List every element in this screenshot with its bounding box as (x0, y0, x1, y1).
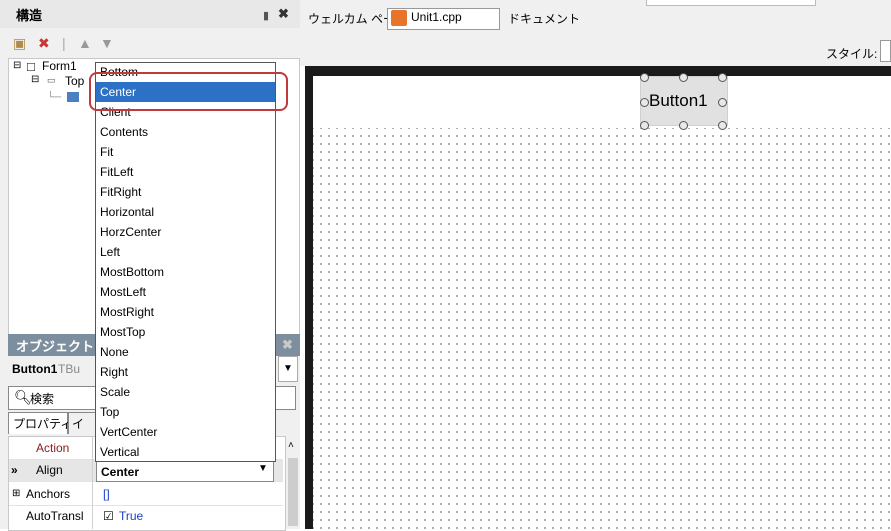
property-name: AutoTransl (26, 509, 84, 523)
structure-title: 構造 (16, 8, 43, 23)
property-value: True (119, 509, 144, 523)
resize-handle[interactable] (718, 98, 727, 107)
separator-icon: | (62, 35, 66, 51)
dropdown-option-fit[interactable]: Fit (100, 144, 113, 161)
tree-item-form1[interactable]: Form1 (42, 59, 77, 73)
dropdown-option-contents[interactable]: Contents (100, 124, 148, 141)
component-icon: ▭ (47, 75, 56, 85)
resize-handle[interactable] (718, 121, 727, 130)
resize-handle[interactable] (679, 121, 688, 130)
arrow-up-icon[interactable]: ▲ (78, 35, 92, 51)
close-icon[interactable]: ✖ (278, 6, 289, 22)
dropdown-option-horizontal[interactable]: Horizontal (100, 204, 154, 221)
annotation-highlight (89, 72, 288, 111)
style-label: スタイル: (826, 47, 878, 61)
dropdown-option-vertcenter[interactable]: VertCenter (100, 424, 157, 441)
dropdown-option-mostright[interactable]: MostRight (100, 304, 154, 321)
property-row-autotranslate[interactable]: AutoTransl ☑ True (9, 506, 283, 527)
object-name: Button1 (12, 362, 58, 376)
close-icon[interactable]: ✖ (282, 337, 293, 353)
button-icon (67, 92, 79, 102)
tab-properties-label: プロパティ (13, 417, 73, 431)
inspector-title: オブジェクト (16, 339, 95, 354)
dropdown-option-top[interactable]: Top (100, 404, 119, 421)
toolbar-edge (646, 0, 816, 6)
property-row-anchors[interactable]: ⊞ Anchors [] (9, 484, 283, 506)
structure-header (0, 0, 300, 28)
tree-collapse-icon[interactable]: ⊟ (13, 60, 21, 71)
pin-icon[interactable]: ▮ (263, 9, 269, 22)
design-grid (313, 128, 891, 529)
resize-handle[interactable] (640, 73, 649, 82)
dropdown-option-vertical[interactable]: Vertical (100, 444, 139, 461)
dropdown-option-none[interactable]: None (100, 344, 129, 361)
cpp-file-icon (391, 10, 407, 26)
property-value: [] (103, 487, 110, 501)
chevron-down-icon[interactable]: ▼ (278, 356, 298, 382)
expand-icon[interactable]: ⊞ (12, 488, 20, 499)
tab-documents[interactable]: ドキュメント (508, 10, 580, 27)
resize-handle[interactable] (718, 73, 727, 82)
dropdown-option-right[interactable]: Right (100, 364, 128, 381)
style-select[interactable] (880, 40, 891, 62)
button1-caption: Button1 (649, 91, 708, 110)
tree-item-top[interactable]: Top (65, 74, 84, 88)
dropdown-option-mostleft[interactable]: MostLeft (100, 284, 146, 301)
current-row-icon: » (11, 463, 18, 477)
dropdown-option-mostbottom[interactable]: MostBottom (100, 264, 164, 281)
structure-toolbar: ▣ ✖ | ▲ ▼ (0, 28, 300, 58)
align-value: Center (101, 465, 140, 479)
property-name: Align (36, 463, 63, 477)
property-name: Action (36, 441, 70, 455)
align-dropdown-list[interactable] (95, 62, 276, 462)
dropdown-option-left[interactable]: Left (100, 244, 120, 261)
property-name: Anchors (26, 487, 71, 501)
dropdown-option-fitleft[interactable]: FitLeft (100, 164, 133, 181)
tab-events-label: イ (72, 417, 85, 431)
object-type: TBu (58, 362, 81, 376)
arrow-down-icon[interactable]: ▼ (100, 35, 114, 51)
checkbox-icon[interactable]: ☑ (103, 509, 114, 523)
folder-icon[interactable]: ▣ (13, 35, 26, 52)
scrollbar-thumb[interactable] (288, 458, 298, 526)
tab-unit1-label: Unit1.cpp (411, 10, 462, 24)
search-placeholder: 検索 (30, 392, 55, 406)
resize-handle[interactable] (640, 98, 649, 107)
delete-icon[interactable]: ✖ (38, 35, 50, 52)
dropdown-option-horzcenter[interactable]: HorzCenter (100, 224, 161, 241)
form-icon: □ (27, 59, 35, 74)
resize-handle[interactable] (679, 73, 688, 82)
dropdown-option-fitright[interactable]: FitRight (100, 184, 141, 201)
dropdown-option-mosttop[interactable]: MostTop (100, 324, 145, 341)
resize-handle[interactable] (640, 121, 649, 130)
chevron-up-icon[interactable]: ˄ (288, 440, 294, 451)
tree-collapse-icon[interactable]: ⊟ (31, 74, 39, 85)
dropdown-option-scale[interactable]: Scale (100, 384, 130, 401)
chevron-down-icon[interactable]: ▼ (258, 463, 268, 474)
grid-divider (92, 436, 93, 529)
tree-connector: └─ (47, 92, 62, 103)
designer-toolbar (300, 36, 891, 66)
